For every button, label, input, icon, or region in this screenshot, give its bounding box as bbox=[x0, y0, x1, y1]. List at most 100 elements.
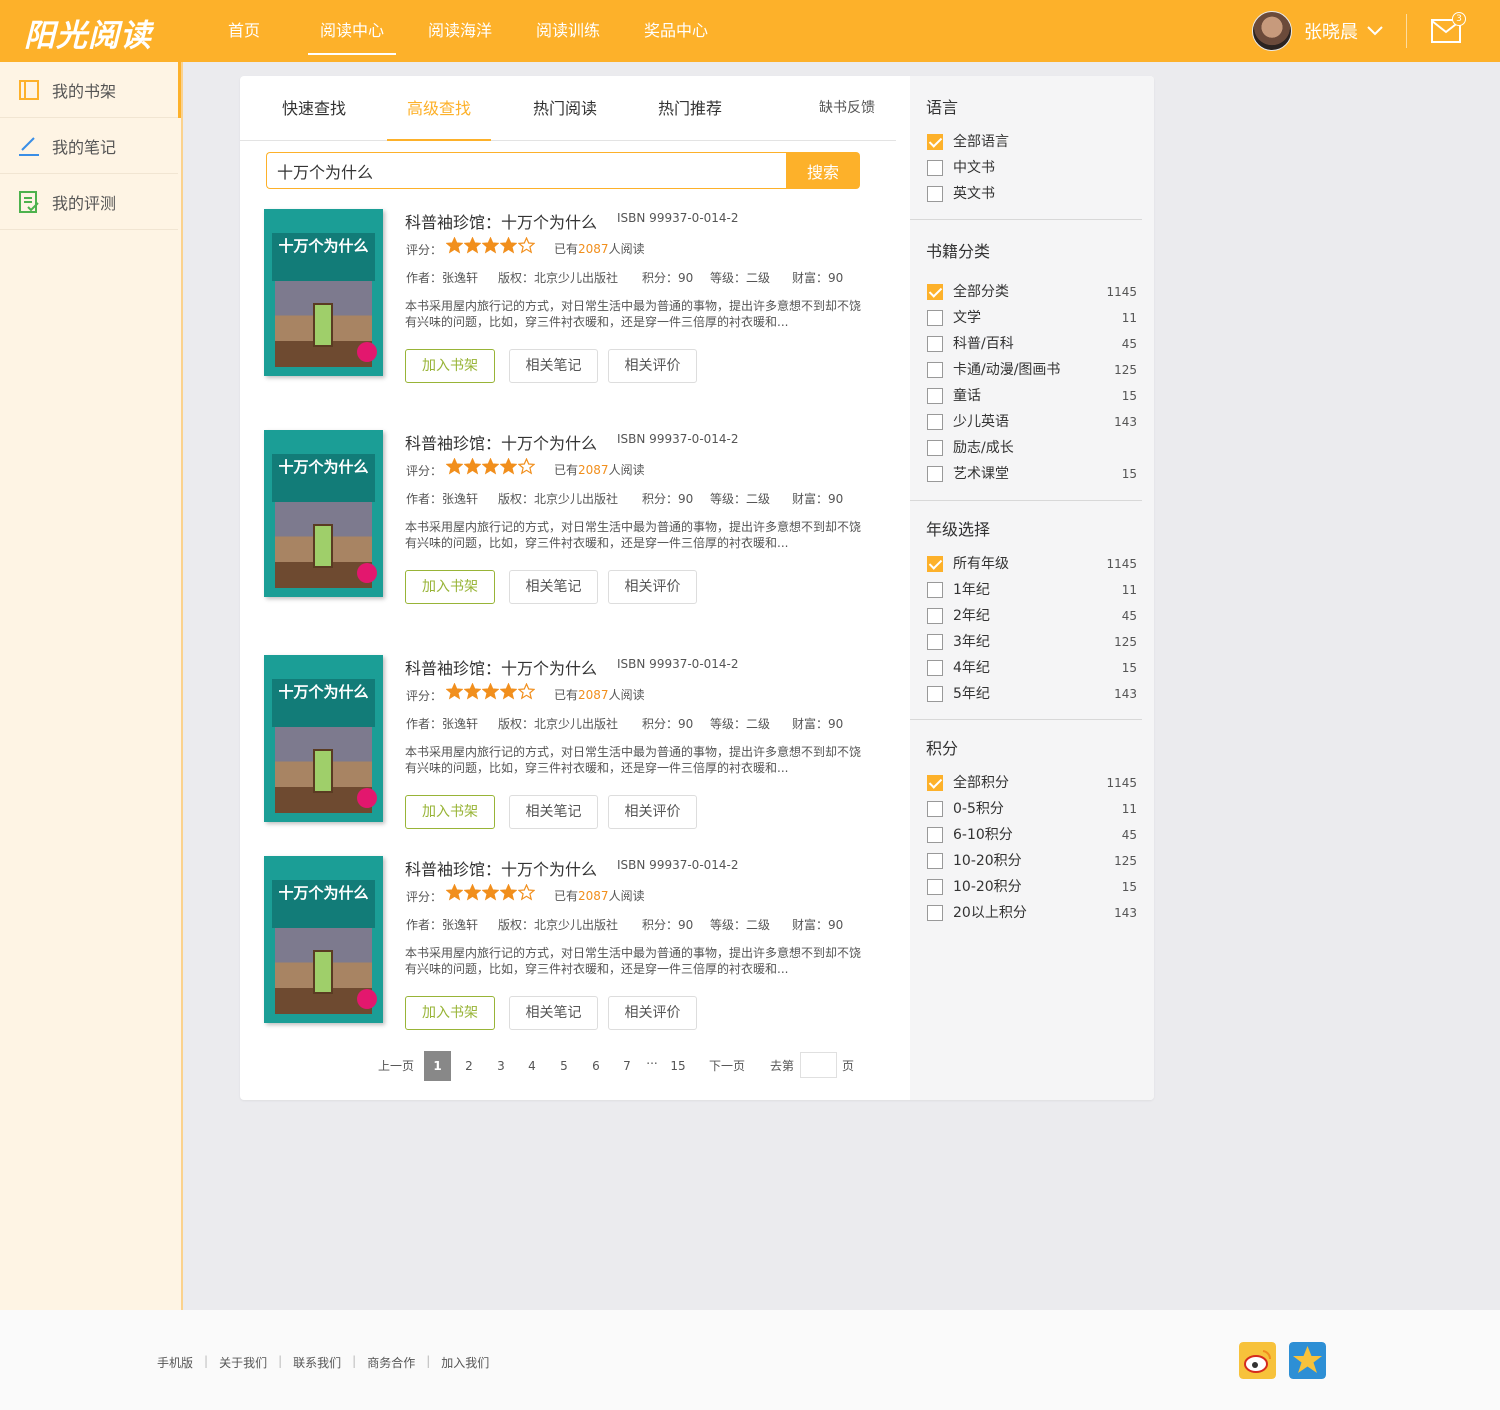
filter-option-language[interactable]: 中文书 bbox=[927, 158, 1137, 178]
tab-hot-recommend[interactable]: 热门推荐 bbox=[638, 76, 742, 141]
filter-option-category[interactable]: 科普/百科 45 bbox=[927, 334, 1137, 354]
checkbox[interactable] bbox=[927, 362, 943, 378]
checkbox[interactable] bbox=[927, 801, 943, 817]
page-button[interactable]: 3 bbox=[492, 1051, 510, 1081]
checkbox[interactable] bbox=[927, 414, 943, 430]
missing-book-feedback-link[interactable]: 缺书反馈 bbox=[812, 76, 882, 141]
checkbox-checked[interactable] bbox=[927, 775, 943, 791]
filter-option-points[interactable]: 10-20积分 15 bbox=[927, 877, 1137, 897]
filter-option-points[interactable]: 20以上积分 143 bbox=[927, 903, 1137, 923]
checkbox[interactable] bbox=[927, 634, 943, 650]
checkbox[interactable] bbox=[927, 388, 943, 404]
filter-option-points[interactable]: 6-10积分 45 bbox=[927, 825, 1137, 845]
search-input[interactable] bbox=[266, 152, 786, 189]
page-button[interactable]: 6 bbox=[587, 1051, 605, 1081]
page-button[interactable]: 5 bbox=[555, 1051, 573, 1081]
checkbox[interactable] bbox=[927, 608, 943, 624]
book-title[interactable]: 科普袖珍馆：十万个为什么 bbox=[405, 856, 597, 880]
footer-link-mobile[interactable]: 手机版 bbox=[157, 1354, 193, 1371]
related-notes-button[interactable]: 相关笔记 bbox=[509, 996, 598, 1030]
prev-page-button[interactable]: 上一页 bbox=[376, 1051, 416, 1081]
filter-option-grade[interactable]: 4年纪 15 bbox=[927, 658, 1137, 678]
book-cover[interactable]: 十万个为什么 bbox=[264, 430, 383, 597]
filter-option-category[interactable]: 文学 11 bbox=[927, 308, 1137, 328]
filter-option-category[interactable]: 卡通/动漫/图画书 125 bbox=[927, 360, 1137, 380]
page-button[interactable]: 7 bbox=[618, 1051, 636, 1081]
checkbox[interactable] bbox=[927, 853, 943, 869]
filter-option-language[interactable]: 英文书 bbox=[927, 184, 1137, 204]
sidebar-item-bookshelf[interactable]: 我的书架 bbox=[0, 62, 181, 118]
page-button-last[interactable]: 15 bbox=[668, 1051, 688, 1081]
tab-hot-reading[interactable]: 热门阅读 bbox=[513, 76, 617, 141]
nav-home[interactable]: 首页 bbox=[190, 0, 298, 62]
weibo-icon[interactable] bbox=[1239, 1342, 1276, 1379]
related-reviews-button[interactable]: 相关评价 bbox=[608, 996, 697, 1030]
checkbox[interactable] bbox=[927, 660, 943, 676]
filter-option-category[interactable]: 全部分类 1145 bbox=[927, 282, 1137, 302]
related-reviews-button[interactable]: 相关评价 bbox=[608, 570, 697, 604]
book-cover[interactable]: 十万个为什么 bbox=[264, 655, 383, 822]
filter-option-category[interactable]: 艺术课堂 15 bbox=[927, 464, 1137, 484]
avatar[interactable] bbox=[1252, 11, 1292, 51]
footer-link-about[interactable]: 关于我们 bbox=[219, 1354, 267, 1371]
footer-link-business[interactable]: 商务合作 bbox=[367, 1354, 415, 1371]
checkbox[interactable] bbox=[927, 440, 943, 456]
filter-option-grade[interactable]: 3年纪 125 bbox=[927, 632, 1137, 652]
page-button-current[interactable]: 1 bbox=[424, 1051, 451, 1081]
book-title[interactable]: 科普袖珍馆：十万个为什么 bbox=[405, 209, 597, 233]
search-button[interactable]: 搜索 bbox=[786, 152, 860, 189]
filter-option-category[interactable]: 励志/成长 bbox=[927, 438, 1137, 458]
book-cover[interactable]: 十万个为什么 bbox=[264, 856, 383, 1023]
book-title[interactable]: 科普袖珍馆：十万个为什么 bbox=[405, 655, 597, 679]
related-notes-button[interactable]: 相关笔记 bbox=[509, 570, 598, 604]
filter-option-points[interactable]: 0-5积分 11 bbox=[927, 799, 1137, 819]
add-to-shelf-button[interactable]: 加入书架 bbox=[405, 795, 495, 829]
chevron-down-icon[interactable] bbox=[1366, 25, 1384, 37]
checkbox[interactable] bbox=[927, 336, 943, 352]
filter-option-grade[interactable]: 所有年级 1145 bbox=[927, 554, 1137, 574]
filter-option-language[interactable]: 全部语言 bbox=[927, 132, 1137, 152]
book-cover[interactable]: 十万个为什么 bbox=[264, 209, 383, 376]
filter-option-points[interactable]: 全部积分 1145 bbox=[927, 773, 1137, 793]
nav-reading-training[interactable]: 阅读训练 bbox=[514, 0, 622, 62]
filter-option-points[interactable]: 10-20积分 125 bbox=[927, 851, 1137, 871]
filter-option-grade[interactable]: 2年纪 45 bbox=[927, 606, 1137, 626]
tab-quick-search[interactable]: 快速查找 bbox=[262, 76, 366, 141]
checkbox-checked[interactable] bbox=[927, 556, 943, 572]
checkbox[interactable] bbox=[927, 686, 943, 702]
sidebar-item-assessment[interactable]: 我的评测 bbox=[0, 174, 178, 230]
filter-option-category[interactable]: 少儿英语 143 bbox=[927, 412, 1137, 432]
nav-prize-center[interactable]: 奖品中心 bbox=[622, 0, 730, 62]
related-reviews-button[interactable]: 相关评价 bbox=[608, 795, 697, 829]
page-button[interactable]: 2 bbox=[460, 1051, 478, 1081]
add-to-shelf-button[interactable]: 加入书架 bbox=[405, 570, 495, 604]
checkbox[interactable] bbox=[927, 827, 943, 843]
related-notes-button[interactable]: 相关笔记 bbox=[509, 795, 598, 829]
filter-option-grade[interactable]: 5年纪 143 bbox=[927, 684, 1137, 704]
checkbox[interactable] bbox=[927, 160, 943, 176]
related-notes-button[interactable]: 相关笔记 bbox=[509, 349, 598, 383]
sidebar-item-notes[interactable]: 我的笔记 bbox=[0, 118, 178, 174]
checkbox[interactable] bbox=[927, 879, 943, 895]
checkbox-checked[interactable] bbox=[927, 284, 943, 300]
checkbox[interactable] bbox=[927, 466, 943, 482]
add-to-shelf-button[interactable]: 加入书架 bbox=[405, 349, 495, 383]
checkbox[interactable] bbox=[927, 905, 943, 921]
filter-option-grade[interactable]: 1年纪 11 bbox=[927, 580, 1137, 600]
add-to-shelf-button[interactable]: 加入书架 bbox=[405, 996, 495, 1030]
nav-reading-center[interactable]: 阅读中心 bbox=[298, 0, 406, 62]
nav-reading-ocean[interactable]: 阅读海洋 bbox=[406, 0, 514, 62]
book-title[interactable]: 科普袖珍馆：十万个为什么 bbox=[405, 430, 597, 454]
checkbox[interactable] bbox=[927, 186, 943, 202]
tab-advanced-search[interactable]: 高级查找 bbox=[387, 76, 491, 141]
page-button[interactable]: 4 bbox=[523, 1051, 541, 1081]
related-reviews-button[interactable]: 相关评价 bbox=[608, 349, 697, 383]
qzone-icon[interactable] bbox=[1289, 1342, 1326, 1379]
filter-option-category[interactable]: 童话 15 bbox=[927, 386, 1137, 406]
checkbox[interactable] bbox=[927, 582, 943, 598]
username[interactable]: 张晓晨 bbox=[1304, 18, 1358, 44]
site-logo[interactable]: 阳光阅读 bbox=[24, 10, 152, 55]
footer-link-join[interactable]: 加入我们 bbox=[441, 1354, 489, 1371]
checkbox[interactable] bbox=[927, 310, 943, 326]
footer-link-contact[interactable]: 联系我们 bbox=[293, 1354, 341, 1371]
